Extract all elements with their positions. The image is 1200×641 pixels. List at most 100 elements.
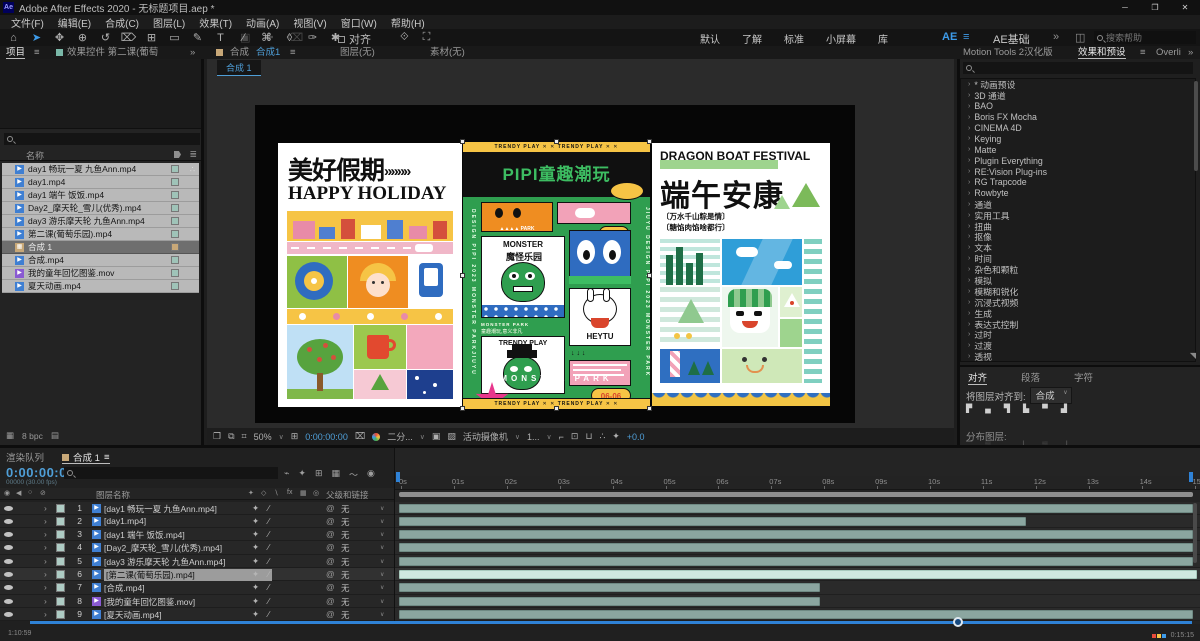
effects-search-input[interactable] [975,63,1175,73]
label-color-swatch[interactable] [56,556,65,566]
pickwhip-icon[interactable]: @ [326,542,335,552]
project-panel-menu-icon[interactable]: ≡ [34,46,40,59]
expander-icon[interactable]: › [968,81,970,88]
timeline-layer-row[interactable]: › 6 ▶ [第二课(葡萄乐园).mp4] ✦ ∕ @ 无 ∨ [0,568,394,582]
roto-brush-tool-icon[interactable]: ✑ [301,31,324,44]
layer-name[interactable]: [Day2_摩天轮_雪儿(优秀).mp4] [104,542,272,554]
effects-category-row[interactable]: › 3D 通道 [961,90,1195,101]
expander-icon[interactable]: › [968,212,970,219]
project-item-row[interactable]: ▦ 合成 1 [2,241,199,254]
effects-category-row[interactable]: › RE:Vision Plug-ins [961,166,1195,177]
flowchart-icon[interactable]: ∴ [600,431,606,442]
effects-category-row[interactable]: › BAO [961,101,1195,112]
toolbar-icon-0[interactable]: ⟐ [400,31,409,44]
timeline-layer-row[interactable]: › 8 ▶ [我的童年回忆图鉴.mov] ✦ ∕ @ 无 ∨ [0,594,394,608]
navigator-handle[interactable] [953,617,963,627]
timeline-navigator[interactable] [30,621,1192,624]
expander-icon[interactable]: › [968,331,970,338]
selection-handle[interactable] [460,406,465,411]
chevron-down-icon[interactable]: ∨ [380,558,384,565]
label-color-swatch[interactable] [56,570,65,579]
effects-category-row[interactable]: › Plugin Everything [961,155,1195,166]
frame-blend-switch-icon[interactable]: ✦ [252,529,259,540]
expand-arrow-icon[interactable]: › [44,556,47,566]
workspace-0[interactable]: 默认 [700,31,720,46]
magnification-icon[interactable]: ⧉ [228,431,234,442]
effects-category-row[interactable]: › Rowbyte [961,188,1195,199]
work-area-end-handle[interactable] [1189,472,1193,482]
hand-tool-icon[interactable]: ✥ [48,31,71,44]
selection-tool-icon[interactable]: ➤ [25,31,48,44]
zoom-tool-icon[interactable]: ⊕ [71,31,94,44]
help-search-input[interactable] [1106,32,1186,43]
layer-duration-bar[interactable] [399,543,1193,553]
label-color-swatch[interactable] [171,204,179,212]
timeline-track-row[interactable] [395,541,1200,555]
effects-scrollbar[interactable] [1194,81,1198,171]
tab-character[interactable]: 字符 [1074,370,1093,385]
parent-dropdown[interactable]: 无 [341,596,350,608]
home-icon[interactable]: ⌂ [2,32,25,44]
expander-icon[interactable]: › [968,114,970,121]
expander-icon[interactable]: › [968,342,970,349]
timeline-track-row[interactable] [395,568,1200,582]
menu-item-8[interactable]: 帮助(H) [384,15,432,30]
timeline-vertical-scrollbar[interactable] [1193,503,1197,563]
poster-happy-holiday[interactable]: 美好假期»»»» HAPPY HOLIDAY [278,143,462,407]
snap-option[interactable]: 对齐 [338,31,371,47]
parent-dropdown[interactable]: 无 [341,609,350,621]
snap-checkbox-icon[interactable] [338,35,345,43]
right-tabs-overflow-icon[interactable]: » [1188,46,1193,59]
layer-duration-bar[interactable] [399,583,820,593]
effects-category-row[interactable]: › CINEMA 4D [961,123,1195,134]
expander-icon[interactable]: › [968,103,970,110]
work-area-bar[interactable] [399,492,1193,497]
chevron-down-icon[interactable]: ∨ [380,518,384,525]
frame-blend-switch-icon[interactable]: ✦ [252,516,259,527]
layer-duration-bar[interactable] [399,503,1193,513]
timeline-track-row[interactable] [395,594,1200,608]
frame-blend-switch-icon[interactable]: ✦ [252,569,259,580]
chevron-down-icon[interactable]: ∨ [380,598,384,605]
expander-icon[interactable]: › [968,168,970,175]
pickwhip-icon[interactable]: @ [326,569,335,579]
maximize-button[interactable]: ❐ [1140,0,1170,15]
label-color-swatch[interactable] [56,530,65,540]
timeline-menu-icon[interactable]: ≡ [104,452,110,463]
expand-arrow-icon[interactable]: › [44,582,47,592]
close-button[interactable]: ✕ [1170,0,1200,15]
menu-item-0[interactable]: 文件(F) [4,15,51,30]
tab-effect-controls[interactable]: 效果控件 第二课(葡萄 [67,46,158,59]
expand-arrow-icon[interactable]: › [44,596,47,606]
expand-arrow-icon[interactable]: › [44,503,47,513]
label-color-swatch[interactable] [171,230,179,238]
timeline-track-row[interactable] [395,581,1200,595]
layer-duration-bar[interactable] [399,570,1197,579]
effects-category-row[interactable]: › 过时 [961,329,1195,340]
expand-arrow-icon[interactable]: › [44,529,47,539]
workspace-menu-icon[interactable]: ≡ [963,31,969,43]
workspace-overflow-icon[interactable]: » [1053,31,1059,43]
quality-switch-icon[interactable]: ∕ [268,582,269,592]
project-item-row[interactable]: ▶ 我的童年回忆图鉴.mov [2,267,199,280]
effects-category-row[interactable]: › Matte [961,144,1195,155]
align-button-3[interactable]: ▙ [1023,404,1029,413]
camera-dropdown[interactable]: 活动摄像机 [463,430,508,443]
project-item-row[interactable]: ▶ 夏天动画.mp4 [2,280,199,293]
visibility-eye-icon[interactable] [4,505,13,511]
menu-item-4[interactable]: 效果(T) [192,15,239,30]
pixel-aspect-icon[interactable]: ⌐ [559,432,564,442]
project-item-row[interactable]: ▶ day3 游乐摩天轮 九鱼Ann.mp4 [2,215,199,228]
layer-duration-bar[interactable] [399,530,1193,540]
poster-pipi-trendy-play[interactable]: TRENDY PLAY ✕ ✕ TRENDY PLAY ✕ ✕ PIPI童趣潮玩… [463,142,650,409]
timeline-track-row[interactable] [395,528,1200,542]
tab-motion-tools[interactable]: Motion Tools 2汉化版 [963,46,1053,59]
layer-name[interactable]: [我的童年回忆图鉴.mov] [104,596,272,608]
pickwhip-icon[interactable]: @ [326,503,335,513]
camera-tool-icon[interactable]: ⌦ [117,31,140,44]
new-folder-icon[interactable]: ▤ [51,430,59,441]
timeline-option-icon-4[interactable]: 〜 [349,468,358,481]
timeline-option-icon-0[interactable]: ⌁ [284,468,289,481]
label-column-icon[interactable] [174,151,181,158]
expander-icon[interactable]: › [968,266,970,273]
